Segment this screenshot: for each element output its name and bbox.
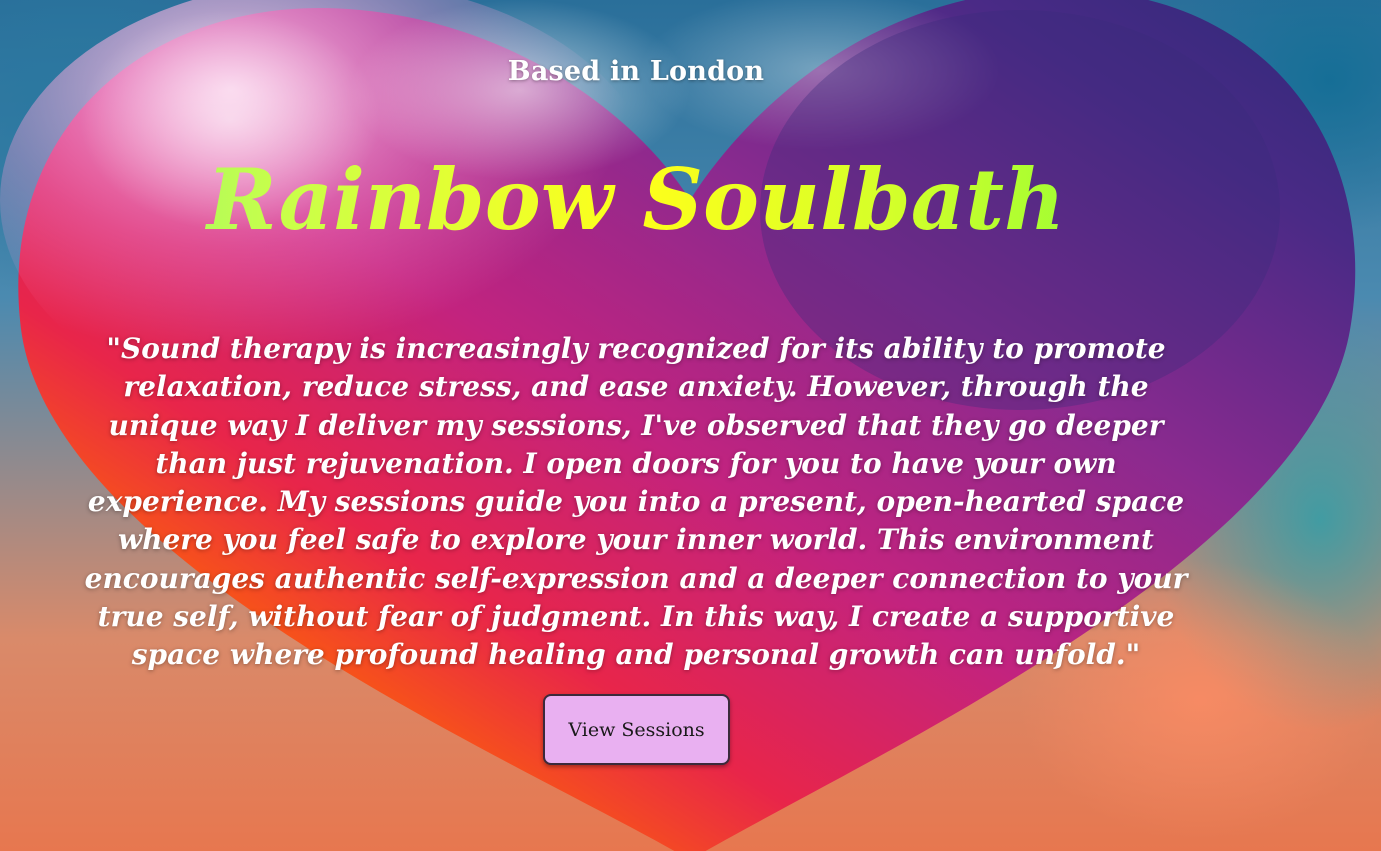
testimonial-quote: "Sound therapy is increasingly recognize… <box>84 332 1188 672</box>
location-tagline: Based in London <box>507 56 765 87</box>
site-title: Rainbow Soulbath <box>0 150 1272 251</box>
view-sessions-button[interactable]: View Sessions <box>543 694 730 765</box>
